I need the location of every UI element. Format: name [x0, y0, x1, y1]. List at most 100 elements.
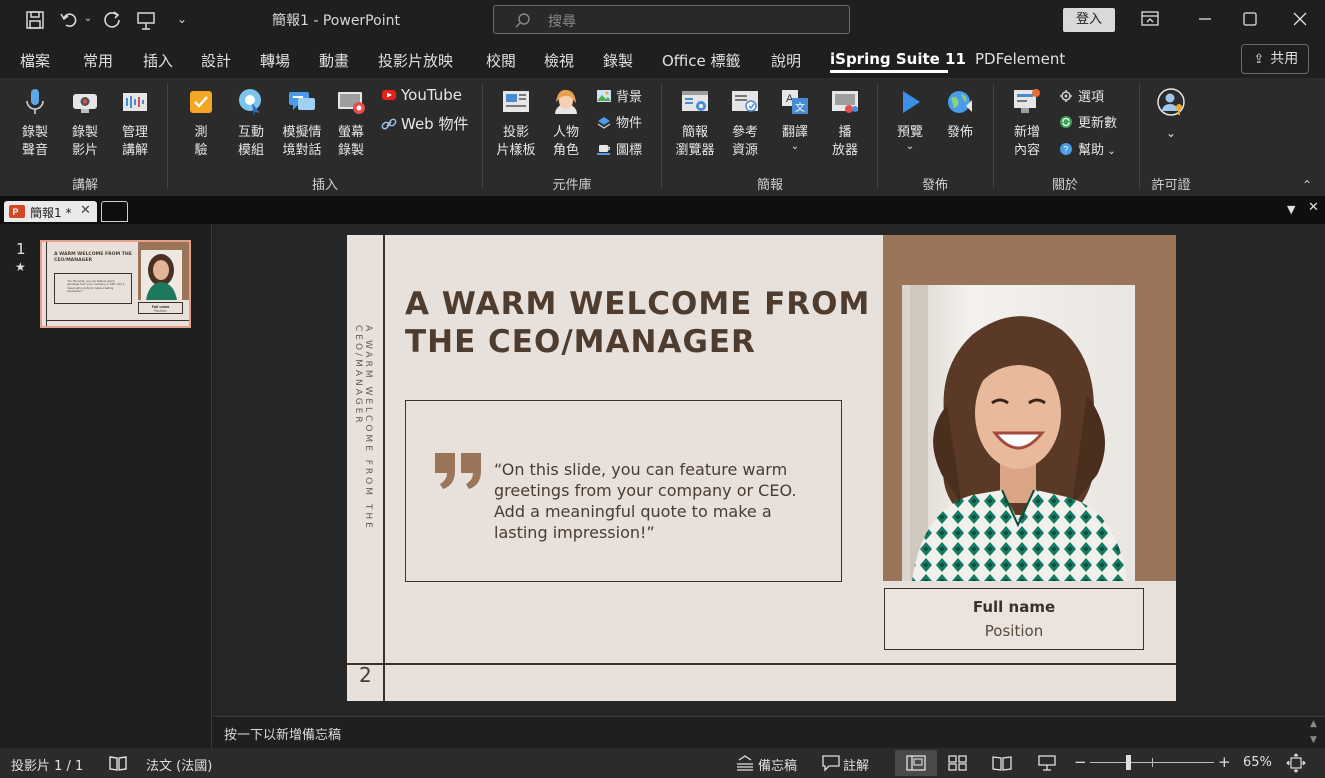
quote-box[interactable]: “On this slide, you can feature warm gre… — [405, 400, 842, 582]
notes-pane[interactable]: 按一下以新增備忘稿 ▲ ▼ — [213, 716, 1325, 748]
share-button[interactable]: ⇪ 共用 — [1241, 44, 1309, 74]
publish-button[interactable]: 發佈 — [941, 86, 979, 142]
slide-thumbnail[interactable]: A WARM WELCOME FROM THE CEO/MANAGER "On … — [40, 240, 191, 328]
license-button[interactable]: ⌄ — [1152, 86, 1190, 142]
zoom-in-button[interactable]: + — [1218, 753, 1231, 771]
options-button[interactable]: 選項 — [1058, 86, 1104, 105]
tab-record[interactable]: 錄製 — [603, 50, 633, 71]
accessibility-book-icon[interactable] — [108, 754, 128, 772]
player-button[interactable]: 播 放器 — [826, 86, 864, 160]
preview-button[interactable]: 預覽 ⌄ — [891, 86, 929, 152]
search-icon — [515, 13, 530, 28]
new-content-button[interactable]: 新增 內容 — [1008, 86, 1046, 160]
present-from-start-icon[interactable] — [135, 9, 159, 31]
slide-template-button[interactable]: 投影 片樣板 — [492, 86, 540, 160]
objects-icon — [597, 117, 611, 129]
zoom-level[interactable]: 65% — [1243, 755, 1272, 770]
new-tab-button[interactable] — [101, 201, 128, 222]
save-icon[interactable] — [24, 9, 48, 31]
tab-slideshow[interactable]: 投影片放映 — [378, 50, 453, 71]
objects-button[interactable]: 物件 — [596, 112, 642, 131]
signin-button[interactable]: 登入 — [1063, 8, 1115, 32]
presentation-browser-button[interactable]: 簡報 瀏覽器 — [671, 86, 719, 160]
player-icon — [832, 91, 858, 113]
tab-review[interactable]: 校閱 — [486, 50, 516, 71]
record-video-button[interactable]: 錄製 影片 — [66, 86, 104, 160]
references-button[interactable]: 參考 資源 — [726, 86, 764, 160]
ribbon-display-icon[interactable] — [1135, 6, 1165, 32]
slide-sorter-icon[interactable] — [948, 755, 968, 771]
tab-help[interactable]: 說明 — [771, 50, 801, 71]
notes-button[interactable]: 備忘稿 — [758, 755, 797, 774]
icons-label: 圖標 — [616, 143, 643, 158]
undo-icon[interactable] — [58, 9, 82, 31]
dialog-simulation-button[interactable]: 模擬情 境對話 — [279, 86, 325, 160]
slide-canvas[interactable]: A WARM WELCOME FROM THE CEO/MANAGER A WA… — [347, 235, 1176, 701]
web-object-button[interactable]: Web 物件 — [381, 113, 468, 134]
close-document-icon[interactable]: ✕ — [1308, 200, 1319, 215]
reading-view-icon[interactable] — [992, 755, 1012, 771]
interaction-button[interactable]: 互動 模組 — [232, 86, 270, 160]
comments-button[interactable]: 註解 — [843, 755, 869, 774]
tab-file[interactable]: 檔案 — [20, 50, 50, 71]
zoom-slider-thumb[interactable] — [1125, 755, 1131, 770]
group-license-label: 許可證 — [1151, 178, 1191, 193]
tab-transitions[interactable]: 轉場 — [260, 50, 290, 71]
notes-scroll-up-icon[interactable]: ▲ — [1310, 719, 1317, 729]
maximize-icon[interactable] — [1235, 6, 1265, 32]
quiz-button[interactable]: 測 驗 — [182, 86, 220, 160]
collapse-ribbon-icon[interactable]: ⌃ — [1302, 178, 1312, 192]
character-button[interactable]: 人物 角色 — [547, 86, 585, 160]
help-button[interactable]: ? 幫助 ⌄ — [1058, 139, 1116, 158]
window-title: 簡報1 - PowerPoint — [272, 13, 400, 29]
thumb-rule — [46, 242, 47, 326]
thumb-rule — [46, 320, 189, 321]
close-icon[interactable] — [1285, 6, 1315, 32]
search-input[interactable]: 搜尋 — [493, 5, 850, 34]
tab-pdfelement[interactable]: PDFelement — [975, 50, 1065, 68]
close-tab-icon[interactable]: ✕ — [80, 203, 91, 218]
tab-list-dropdown-icon[interactable]: ▼ — [1287, 203, 1295, 216]
tab-ispring[interactable]: iSpring Suite 11 — [830, 50, 966, 68]
group-library-label: 元件庫 — [552, 178, 592, 193]
redo-icon[interactable] — [101, 9, 125, 31]
microphone-icon — [26, 89, 44, 114]
youtube-button[interactable]: YouTube — [381, 86, 462, 104]
dialog-simulation-label: 模擬情 境對話 — [282, 125, 322, 158]
tab-home[interactable]: 常用 — [83, 50, 113, 71]
fit-to-window-icon[interactable] — [1286, 753, 1306, 773]
manage-narration-button[interactable]: 管理 講解 — [116, 86, 154, 160]
screen-record-button[interactable]: 螢幕 錄製 — [332, 86, 370, 160]
ceo-photo[interactable] — [902, 285, 1135, 581]
icons-button[interactable]: 圖標 — [596, 139, 642, 158]
background-button[interactable]: 背景 — [596, 86, 642, 105]
tab-office-tab[interactable]: Office 標籤 — [662, 50, 741, 71]
notes-icon — [737, 755, 753, 771]
language-status[interactable]: 法文 (法國) — [146, 755, 212, 774]
tab-design[interactable]: 設計 — [201, 50, 231, 71]
undo-dropdown-icon[interactable]: ⌄ — [82, 13, 94, 35]
tab-insert[interactable]: 插入 — [143, 50, 173, 71]
tab-animations[interactable]: 動畫 — [319, 50, 349, 71]
translate-label: 翻譯 — [781, 125, 808, 140]
search-placeholder: 搜尋 — [548, 14, 576, 30]
slideshow-icon[interactable] — [1037, 754, 1057, 772]
normal-view-button[interactable] — [895, 750, 937, 776]
interaction-icon — [239, 89, 261, 116]
translate-button[interactable]: A文 翻譯 ⌄ — [776, 86, 814, 152]
ribbon-separator — [167, 84, 168, 188]
group-presentation-label: 簡報 — [756, 178, 783, 193]
svg-text:?: ? — [1063, 145, 1068, 155]
notes-scroll-down-icon[interactable]: ▼ — [1310, 735, 1317, 745]
document-tab[interactable]: P 簡報1 * ✕ — [4, 201, 97, 222]
quiz-icon — [190, 91, 212, 113]
record-audio-button[interactable]: 錄製 聲音 — [16, 86, 54, 160]
customize-toolbar-icon[interactable]: ⌄ — [170, 12, 194, 34]
update-button[interactable]: 更新數 — [1058, 112, 1117, 131]
minimize-icon[interactable] — [1190, 6, 1220, 32]
license-user-key-icon — [1157, 88, 1185, 116]
name-card[interactable]: Full name Position — [884, 588, 1144, 650]
zoom-out-button[interactable]: − — [1074, 753, 1087, 771]
slide-title[interactable]: A WARM WELCOME FROM THE CEO/MANAGER — [405, 285, 875, 361]
tab-view[interactable]: 檢視 — [544, 50, 574, 71]
